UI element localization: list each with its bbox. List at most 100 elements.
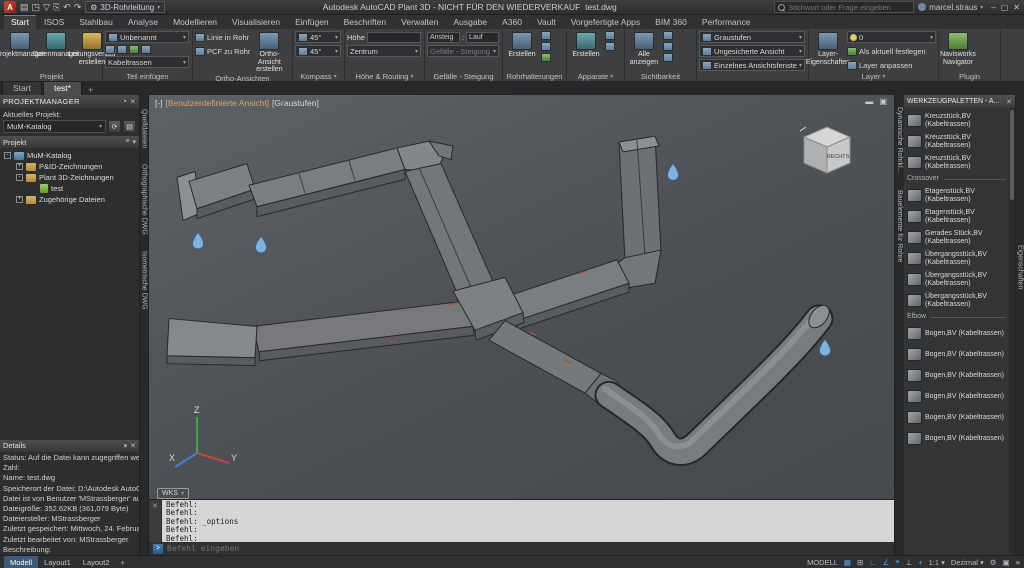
elevation-input[interactable] [367,32,421,43]
collapsed-palette-tab[interactable]: Eigenschaften [1017,245,1024,289]
ribbon-tab[interactable]: Analyse [121,16,165,29]
visibility-tool-icon[interactable] [663,53,673,62]
viewcube[interactable]: RECHTS [794,121,860,199]
project-settings-button[interactable]: ▤ [123,120,136,133]
palette-scrollbar[interactable] [1009,108,1015,555]
ribbon-tab[interactable]: Vault [530,16,563,29]
palette-tool[interactable]: Übergangsstück,BV (Kabeltrassen) [905,269,1008,290]
visual-style-combo[interactable]: Graustufen ▾ [699,31,805,43]
tree-node-pid-zeichnungen[interactable]: + P&ID-Zeichnungen [0,161,139,172]
visual-style-label[interactable]: [Graustufen] [272,98,319,108]
status-toggle[interactable]: ∟ [869,558,876,567]
status-toggle[interactable]: ▦ [844,558,851,567]
command-input[interactable] [167,544,890,553]
compass-snap-combo[interactable]: 45° ▾ [295,45,341,57]
undo-icon[interactable]: ↶ [63,2,71,13]
file-tab-start[interactable]: Start [2,81,42,95]
expander-icon[interactable]: - [16,174,23,181]
status-toggle[interactable]: ≡ [1016,558,1020,567]
pcf-to-pipe-button[interactable]: PCF zu Rohr [195,45,250,57]
layout-tab[interactable]: Layout2 [77,556,116,568]
palette-tool[interactable]: Elbow [905,311,1008,323]
part-spec-combo[interactable]: Unbenannt ▾ [105,31,189,43]
navisworks-button[interactable]: Navisworks Navigator [941,31,975,66]
status-toggle[interactable]: 1:1 ▾ [929,558,945,567]
support-tool-icon[interactable] [541,42,551,51]
refresh-project-button[interactable]: ⟳ [108,120,121,133]
workspace-selector[interactable]: ⚙ 3D-Rohrleitung ▾ [85,1,165,13]
layer-on-icon[interactable] [850,34,857,41]
run-input[interactable]: Lauf [466,32,499,43]
show-all-button[interactable]: Alle anzeigen [627,31,661,66]
support-tool-icon[interactable] [541,53,551,62]
compass-angle-combo[interactable]: 45° ▾ [295,31,341,43]
maximize-button[interactable]: ▢ [1001,3,1009,12]
status-toggle[interactable]: ⊞ [857,558,863,567]
ribbon-tab[interactable]: Performance [695,16,758,29]
part-icon[interactable] [129,45,139,54]
close-icon[interactable]: ✕ [130,98,136,106]
ribbon-tab[interactable]: Vorgefertigte Apps [564,16,647,29]
add-layout-button[interactable]: + [121,558,125,567]
palette-tool[interactable]: Bogen,BV (Kabeltrassen) [905,428,1008,449]
search-input[interactable] [788,3,898,12]
status-toggle[interactable]: + [918,558,922,567]
ribbon-tab[interactable]: Visualisieren [225,16,287,29]
status-toggle[interactable]: ⊥ [906,558,913,567]
cable-tray-model[interactable] [149,95,894,499]
palette-tool[interactable]: Bogen,BV (Kabeltrassen) [905,386,1008,407]
plane-combo[interactable]: Zentrum ▾ [347,45,421,57]
status-toggle[interactable]: MODELL [807,558,838,567]
expander-icon[interactable]: + [16,196,23,203]
minimize-button[interactable]: – [991,3,995,12]
part-icon[interactable] [141,45,151,54]
ribbon-tab[interactable]: Stahlbau [72,16,120,29]
scrollbar-thumb[interactable] [1010,110,1014,200]
ribbon-tab[interactable]: Ausgabe [447,16,495,29]
user-menu[interactable]: marcel.straus ▾ [918,3,983,12]
ribbon-tab[interactable]: A360 [495,16,529,29]
close-icon[interactable]: ✕ [1006,98,1012,106]
create-equipment-button[interactable]: Erstellen [569,31,603,59]
palette-tool[interactable]: Bogen,BV (Kabeltrassen) [905,344,1008,365]
equipment-tool-icon[interactable] [605,42,615,51]
visibility-tool-icon[interactable] [663,31,673,40]
palette-tool[interactable]: Kreuzstück,BV (Kabeltrassen) [905,110,1008,131]
ribbon-tab[interactable]: Verwalten [394,16,445,29]
palette-tool[interactable]: Etagenstück,BV (Kabeltrassen) [905,185,1008,206]
command-gutter[interactable]: ✕ [149,500,162,542]
tree-node-test-dwg[interactable]: test [0,183,139,194]
tree-node-zugehoerige-dateien[interactable]: + Zugehörige Dateien [0,194,139,205]
close-icon[interactable]: ✕ [130,442,136,450]
view-name-label[interactable]: [Benutzerdefinierte Ansicht] [166,98,269,108]
support-tool-icon[interactable] [541,31,551,40]
palette-tool[interactable]: Bogen,BV (Kabeltrassen) [905,407,1008,428]
file-tab-test[interactable]: test* [43,81,82,95]
expand-icon[interactable]: ▾ [124,442,128,450]
print-icon[interactable]: ⎘ [53,2,60,13]
tree-node-mum-katalog[interactable]: - MuM-Katalog [0,150,139,161]
status-toggle[interactable]: ▣ [1003,558,1010,567]
create-support-button[interactable]: Erstellen [505,31,539,59]
autocad-logo-icon[interactable]: A [4,1,16,13]
viewport-controls-label[interactable]: [-] [155,98,163,108]
help-search[interactable] [774,1,914,13]
vertical-tab[interactable]: Isometrische DWG [141,251,148,310]
palette-tool[interactable]: Kreuzstück,BV (Kabeltrassen) [905,152,1008,173]
chevron-down-icon[interactable]: ▾ [132,138,136,146]
save-icon[interactable]: ▽ [43,2,50,13]
part-class-combo[interactable]: Kabeltrassen ▾ [105,56,189,68]
current-project-combo[interactable]: MuM-Katalog ▾ [3,120,106,133]
palette-tool[interactable]: Crossover [905,173,1008,185]
create-ortho-view-button[interactable]: Ortho-Ansicht erstellen [252,31,286,74]
palette-tool[interactable]: Kreuzstück,BV (Kabeltrassen) [905,131,1008,152]
status-toggle[interactable]: ⌖ [895,557,899,567]
palette-tool[interactable]: Bogen,BV (Kabeltrassen) [905,365,1008,386]
part-icon[interactable] [117,45,127,54]
equipment-tool-icon[interactable] [605,31,615,40]
layer-combo[interactable]: 0 ▾ [847,31,936,43]
expander-icon[interactable]: - [4,152,11,159]
status-toggle[interactable]: Dezimal ▾ [951,558,984,567]
layout-tab[interactable]: Layout1 [38,556,77,568]
palette-tool[interactable]: Übergangsstück,BV (Kabeltrassen) [905,290,1008,311]
